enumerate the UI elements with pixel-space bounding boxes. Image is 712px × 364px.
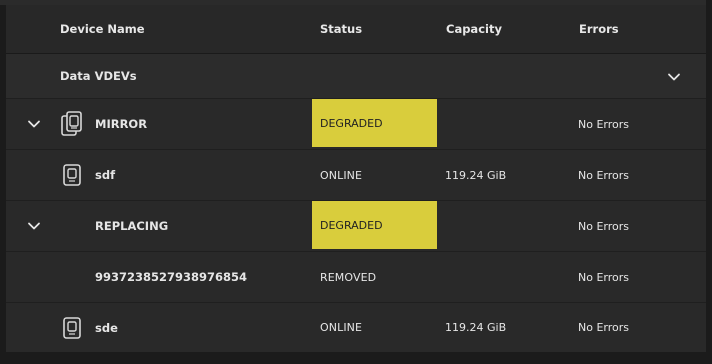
devices-table: Device Name Status Capacity Errors Data …: [6, 5, 706, 352]
table-header: Device Name Status Capacity Errors: [6, 5, 706, 54]
capacity-value: 119.24 GiB: [445, 321, 507, 334]
device-name: MIRROR: [95, 117, 148, 131]
status-badge: DEGRADED: [312, 201, 437, 249]
chevron-down-icon[interactable]: [26, 218, 42, 234]
device-name: sdf: [95, 168, 116, 182]
table-row-replacing[interactable]: REPLACING DEGRADED No Errors: [6, 201, 706, 252]
capacity-value: 119.24 GiB: [445, 168, 507, 182]
disk-icon: [63, 164, 81, 186]
status-text: ONLINE: [320, 168, 363, 182]
errors-value: No Errors: [578, 270, 629, 284]
status-text: ONLINE: [320, 321, 363, 334]
devices-frame: Device Name Status Capacity Errors Data …: [0, 0, 712, 364]
group-row-data-vdevs[interactable]: Data VDEVs: [6, 54, 706, 99]
table-row-mirror[interactable]: MIRROR DEGRADED No Errors: [6, 99, 706, 150]
device-name: REPLACING: [95, 219, 169, 233]
column-header-device-name[interactable]: Device Name: [60, 5, 145, 53]
device-name: 9937238527938976854: [95, 270, 248, 284]
errors-value: No Errors: [578, 168, 629, 182]
errors-value: No Errors: [578, 219, 629, 233]
table-row-sde[interactable]: sde ONLINE 119.24 GiB No Errors: [6, 303, 706, 352]
group-label: Data VDEVs: [60, 69, 137, 83]
errors-value: No Errors: [578, 117, 629, 131]
chevron-down-icon[interactable]: [666, 69, 682, 85]
column-header-status[interactable]: Status: [320, 5, 362, 53]
device-name: sde: [95, 320, 118, 335]
errors-value: No Errors: [578, 321, 629, 334]
disk-icon: [63, 317, 81, 339]
column-header-errors[interactable]: Errors: [579, 5, 619, 53]
table-row-removed-disk[interactable]: 9937238527938976854 REMOVED No Errors: [6, 252, 706, 303]
mirror-disks-icon: [61, 111, 82, 136]
table-row-sdf[interactable]: sdf ONLINE 119.24 GiB No Errors: [6, 150, 706, 201]
status-badge: DEGRADED: [312, 99, 437, 147]
chevron-down-icon[interactable]: [26, 116, 42, 132]
column-header-capacity[interactable]: Capacity: [446, 5, 502, 53]
status-text: REMOVED: [320, 270, 377, 284]
